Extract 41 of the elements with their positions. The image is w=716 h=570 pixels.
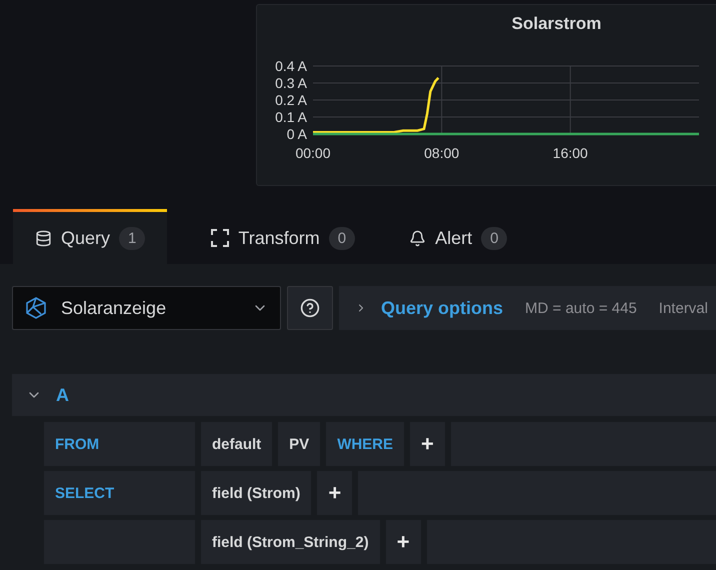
panel-title: Solarstrom: [510, 13, 602, 34]
add-button[interactable]: +: [386, 520, 421, 564]
query-options-bar[interactable]: Query options MD = auto = 445 Interval: [339, 286, 716, 330]
database-icon: [35, 230, 52, 246]
clause-label: SELECT: [44, 471, 195, 515]
x-tick-label: 08:00: [424, 145, 460, 161]
help-button[interactable]: [287, 286, 333, 330]
y-tick-label: 0.1 A: [275, 109, 307, 125]
y-tick-label: 0.3 A: [275, 75, 307, 91]
y-tick-label: 0.2 A: [275, 92, 307, 108]
tab[interactable]: Query 1: [13, 209, 168, 264]
value-segment[interactable]: PV: [278, 422, 320, 466]
tab-label: Alert: [435, 228, 472, 248]
bell-icon: [409, 230, 426, 246]
option-summary: MD = auto = 445: [525, 300, 637, 316]
y-tick-label: 0.4 A: [275, 58, 307, 74]
x-tick-label: 16:00: [552, 145, 588, 161]
tab[interactable]: Alert 0: [387, 209, 530, 264]
keyword-segment[interactable]: WHERE: [326, 422, 404, 466]
count-badge: 0: [328, 226, 356, 250]
y-tick-label: 0 A: [286, 126, 307, 142]
clause-label: FROM: [44, 422, 195, 466]
tab[interactable]: Transform 0: [189, 209, 378, 264]
x-tick-label: 00:00: [295, 145, 331, 161]
query-options-link[interactable]: Query options: [381, 298, 504, 318]
tab-label: Transform: [238, 228, 320, 248]
value-segment[interactable]: field (Strom_String_2): [201, 520, 380, 564]
add-button[interactable]: +: [317, 471, 352, 515]
query-name: A: [56, 384, 69, 406]
tab-label: Query: [61, 228, 110, 248]
datasource-select[interactable]: Solaranzeige: [12, 286, 281, 330]
count-badge: 0: [481, 226, 508, 250]
value-segment[interactable]: field (Strom): [201, 471, 312, 515]
help-icon: [300, 298, 320, 318]
query-header[interactable]: A: [12, 374, 716, 416]
count-badge: 1: [119, 226, 146, 250]
option-summary: Interval: [658, 300, 708, 316]
transform-icon: [211, 229, 230, 247]
datasource-icon: [25, 297, 47, 319]
value-segment[interactable]: default: [201, 422, 272, 466]
add-button[interactable]: +: [410, 422, 445, 466]
